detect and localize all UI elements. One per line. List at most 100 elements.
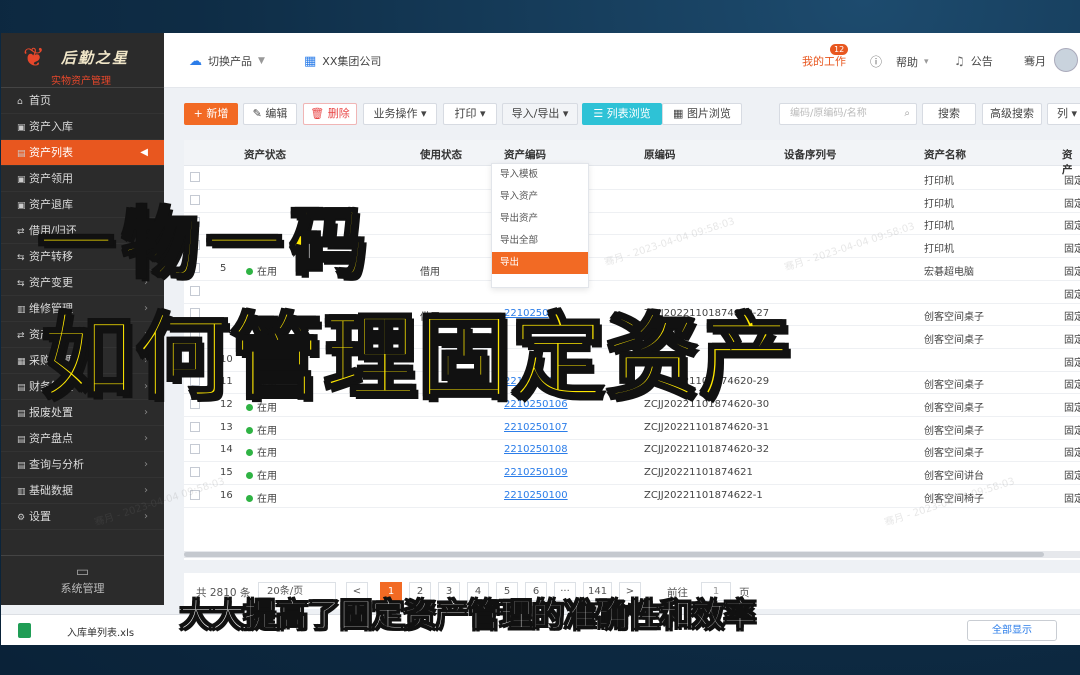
- new-button[interactable]: + 新增: [184, 103, 238, 125]
- purchase-icon: ▦: [17, 357, 26, 367]
- column-header[interactable]: 资产编码: [504, 147, 546, 162]
- asset-category: 固定: [1064, 357, 1080, 369]
- dropdown-item[interactable]: 导入模板: [492, 164, 588, 186]
- database-icon: ▥: [17, 487, 26, 497]
- column-header[interactable]: 设备序列号: [784, 147, 837, 162]
- search-icon: ⌕: [904, 108, 910, 119]
- notice-label: 公告: [970, 55, 993, 68]
- asset-name: 打印机: [924, 244, 954, 256]
- print-button[interactable]: 打印 ▾: [443, 103, 497, 125]
- sidebar-item-13[interactable]: ▤ 资产盘点 ›: [1, 426, 164, 452]
- dropdown-item[interactable]: 导出全部: [492, 230, 588, 252]
- asset-category: 固定: [1064, 176, 1080, 187]
- table-row[interactable]: 14 在用 2210250108 ZCJJ20221101874620-32 创客空间桌…: [184, 439, 1080, 463]
- avatar[interactable]: [1054, 48, 1078, 72]
- finance-icon: ▤: [17, 383, 26, 393]
- asset-code-link[interactable]: 2210250107: [504, 422, 568, 433]
- my-work-label: 我的工作: [802, 55, 846, 68]
- dropdown-item[interactable]: 导出资产: [492, 208, 588, 230]
- asset-code-link[interactable]: 2210250108: [504, 444, 568, 455]
- user-menu[interactable]: 骞月: [1024, 53, 1046, 69]
- asset-name: 创客空间桌子: [924, 403, 984, 414]
- dropdown-item[interactable]: 导出: [492, 252, 588, 274]
- asset-name: 打印机: [924, 198, 954, 210]
- column-header[interactable]: 使用状态: [420, 147, 462, 162]
- logo-subtitle: 实物资产管理: [51, 76, 111, 87]
- download-file-name[interactable]: 入库单列表.xls: [67, 624, 134, 639]
- my-work-badge: 12: [830, 44, 849, 55]
- sidebar-item-label: 资产盘点: [29, 432, 73, 445]
- original-code: ZCJJ20221101874622-1: [644, 489, 763, 501]
- cloud-icon: ☁: [189, 53, 202, 69]
- asset-category: 固定: [1064, 289, 1080, 301]
- asset-code-link[interactable]: 2210250100: [504, 490, 568, 501]
- original-code: ZCJJ20221101874620-32: [644, 444, 770, 456]
- print-label: 打印: [454, 107, 477, 120]
- table-row[interactable]: 13 在用 2210250107 ZCJJ20221101874620-31 创客空间桌…: [184, 417, 1080, 440]
- dropdown-item[interactable]: 导入资产: [492, 186, 588, 208]
- list-view-icon: ☰: [593, 107, 607, 120]
- import-export-button[interactable]: 导入/导出 ▾: [502, 103, 578, 125]
- help-circle-icon: ⓘ: [870, 55, 883, 69]
- column-header[interactable]: 资产名称: [924, 147, 966, 162]
- sidebar-item-1[interactable]: ▣ 资产入库: [1, 114, 164, 140]
- bell-icon: ♫: [954, 54, 965, 68]
- image-view-label: 图片浏览: [686, 107, 731, 120]
- edit-button[interactable]: ✎ 编辑: [243, 103, 297, 125]
- status-dot-icon: [246, 472, 253, 480]
- table-row[interactable]: 15 在用 2210250109 ZCJJ20221101874621 创客空间讲台 固定: [184, 462, 1080, 486]
- row-checkbox[interactable]: [190, 421, 200, 432]
- asset-name: 创客空间讲台: [924, 471, 984, 483]
- row-checkbox[interactable]: [190, 444, 200, 455]
- chevron-right-icon: ›: [144, 433, 148, 444]
- switch-product-button[interactable]: ☁ 切换产品 ▼: [189, 53, 265, 69]
- receive-icon: ▣: [17, 175, 26, 185]
- columns-button[interactable]: 列 ▾: [1047, 103, 1080, 125]
- business-ops-button[interactable]: 业务操作 ▾: [363, 103, 437, 125]
- sidebar-item-15[interactable]: ▥ 基础数据 ›: [1, 478, 164, 504]
- search-button[interactable]: 搜索: [922, 103, 976, 125]
- asset-category: 固定: [1064, 221, 1080, 233]
- monitor-icon: ▭: [75, 564, 90, 580]
- my-work-button[interactable]: 12 我的工作: [802, 44, 849, 69]
- image-view-tab[interactable]: ▦ 图片浏览: [662, 103, 742, 125]
- help-button[interactable]: ⓘ 帮助 ▾: [870, 53, 929, 70]
- status-text: 在用: [257, 448, 277, 460]
- list-view-label: 列表浏览: [606, 107, 651, 120]
- headline-one-item-one-code: 一物一码: [37, 198, 374, 290]
- asset-name: 打印机: [924, 176, 954, 187]
- toolbar: + 新增 ✎ 编辑 🗑 删除 业务操作 ▾ 打印 ▾ 导入/导出 ▾ ☰ 列表浏…: [184, 103, 1080, 125]
- sidebar-item-2[interactable]: ▤ 资产列表 ◀: [1, 140, 164, 166]
- search-placeholder: 编码/原编码/名称: [790, 108, 867, 119]
- row-checkbox[interactable]: [190, 489, 200, 500]
- table-row[interactable]: 16 在用 2210250100 ZCJJ20221101874622-1 创客空间椅子…: [184, 485, 1080, 508]
- sidebar-item-0[interactable]: ⌂ 首页: [1, 88, 164, 114]
- horizontal-scrollbar[interactable]: [184, 551, 1080, 558]
- company-selector[interactable]: ▦ XX集团公司: [304, 53, 381, 69]
- asset-code-link[interactable]: 2210250109: [504, 467, 568, 478]
- list-view-tab[interactable]: ☰ 列表浏览: [582, 103, 662, 125]
- sidebar-item-16[interactable]: ⚙ 设置 ›: [1, 504, 164, 530]
- sidebar-item-14[interactable]: ▤ 查询与分析 ›: [1, 452, 164, 478]
- show-all-button[interactable]: 全部显示: [967, 620, 1057, 641]
- sidebar-item-label: 设置: [29, 510, 51, 523]
- advanced-search-button[interactable]: 高级搜索: [982, 103, 1042, 125]
- asset-name: 创客空间桌子: [924, 334, 984, 346]
- row-checkbox[interactable]: [190, 467, 200, 478]
- logo-title: 后勤之星: [61, 49, 130, 67]
- column-header[interactable]: 资产状态: [244, 147, 286, 162]
- import-export-dropdown: 导入模板 导入资产 导出资产 导出全部 导出: [491, 163, 589, 288]
- row-checkbox[interactable]: [190, 172, 200, 182]
- delete-button[interactable]: 🗑 删除: [303, 103, 357, 125]
- building-icon: ▦: [304, 53, 317, 69]
- usage-status: 借用: [420, 266, 440, 278]
- system-management-button[interactable]: ▭ 系统管理: [1, 555, 164, 605]
- settings-icon: ⚙: [17, 513, 26, 523]
- asset-category: 固定: [1064, 380, 1080, 392]
- search-input[interactable]: 编码/原编码/名称 ⌕: [779, 103, 917, 125]
- column-header[interactable]: 原编码: [644, 147, 676, 162]
- status-text: 在用: [257, 425, 277, 437]
- scrollbar-thumb[interactable]: [184, 552, 1044, 557]
- notice-button[interactable]: ♫ 公告: [954, 53, 993, 69]
- asset-status: 在用: [246, 467, 277, 482]
